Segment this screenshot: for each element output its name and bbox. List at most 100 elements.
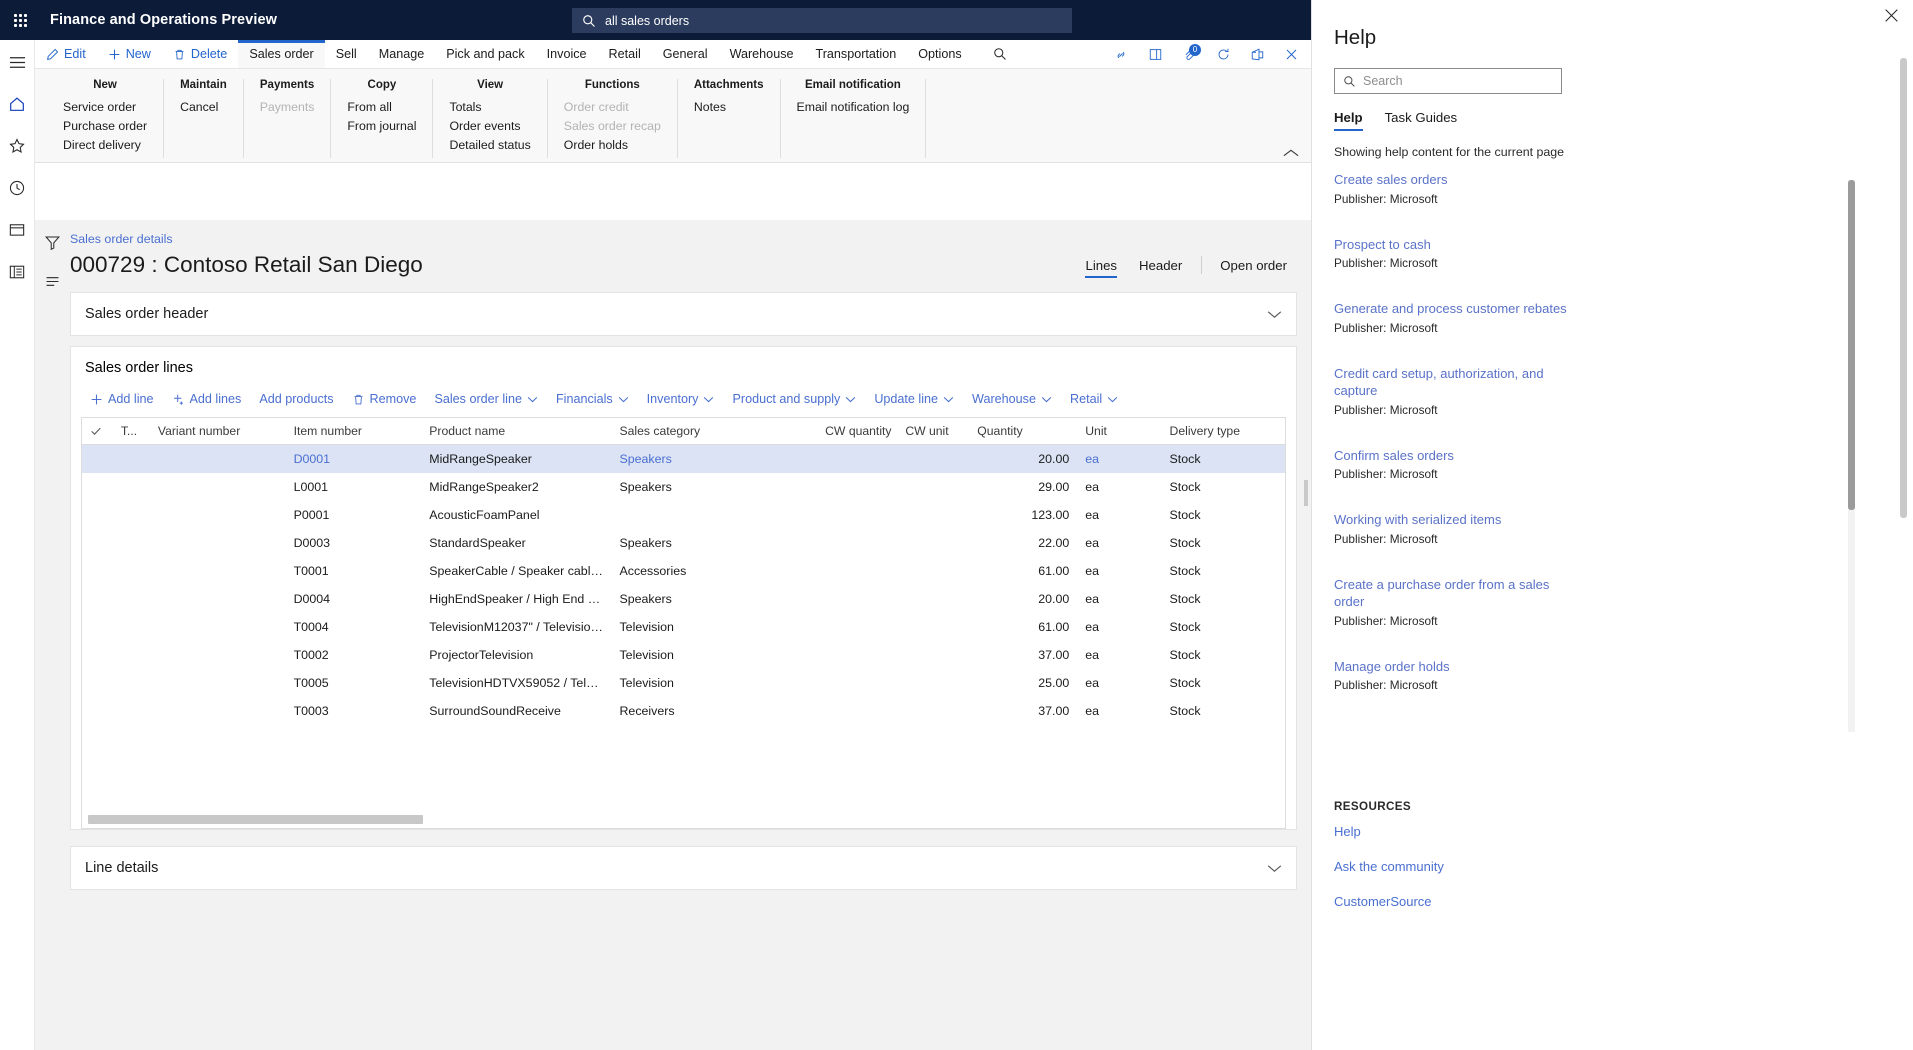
tab-general[interactable]: General bbox=[652, 40, 719, 68]
tab-invoice[interactable]: Invoice bbox=[536, 40, 598, 68]
list-item[interactable]: Credit card setup, authorization, and ca… bbox=[1334, 365, 1582, 417]
cell-check[interactable] bbox=[82, 501, 113, 529]
help-list-scrollbar[interactable] bbox=[1848, 180, 1855, 732]
ribbon-item-totals[interactable]: Totals bbox=[449, 100, 530, 114]
help-search-input[interactable] bbox=[1363, 74, 1543, 88]
cell-type[interactable] bbox=[113, 557, 150, 585]
cell-cwunit[interactable] bbox=[897, 473, 969, 501]
column-header-quantity[interactable]: Quantity bbox=[969, 418, 1078, 445]
cell-delivery[interactable]: Stock bbox=[1162, 641, 1285, 669]
cell-quantity[interactable]: 22.00 bbox=[969, 529, 1077, 557]
edit-button[interactable]: Edit bbox=[35, 40, 97, 68]
cell-variant[interactable] bbox=[150, 557, 286, 585]
sales-order-line-menu[interactable]: Sales order line bbox=[425, 389, 547, 409]
breadcrumb[interactable]: Sales order details bbox=[70, 232, 1297, 246]
table-row[interactable]: D0004 HighEndSpeaker / High End Spe... Spe… bbox=[82, 585, 1285, 613]
cell-unit[interactable]: ea bbox=[1077, 473, 1161, 501]
fasttab-line-details-row[interactable]: Line details bbox=[71, 847, 1296, 889]
cell-item[interactable]: D0004 bbox=[286, 585, 422, 613]
table-row[interactable]: T0002 ProjectorTelevision Television 37.00 e… bbox=[82, 641, 1285, 669]
star-icon[interactable] bbox=[5, 134, 29, 158]
cell-check[interactable] bbox=[82, 697, 113, 725]
table-row[interactable]: L0001 MidRangeSpeaker2 Speakers 29.00 ea Stoc… bbox=[82, 473, 1285, 501]
ribbon-item-notes[interactable]: Notes bbox=[694, 100, 764, 114]
help-article-link[interactable]: Prospect to cash bbox=[1334, 236, 1582, 254]
cell-cwunit[interactable] bbox=[897, 641, 969, 669]
cell-category[interactable]: Speakers bbox=[611, 444, 818, 473]
tab-sales-order[interactable]: Sales order bbox=[238, 40, 326, 68]
cell-type[interactable] bbox=[113, 613, 150, 641]
cell-cwqty[interactable] bbox=[817, 501, 897, 529]
cell-unit[interactable]: ea bbox=[1077, 585, 1161, 613]
help-pane-scrollbar[interactable] bbox=[1900, 58, 1907, 998]
cell-item[interactable]: T0004 bbox=[286, 613, 422, 641]
add-lines-button[interactable]: Add lines bbox=[163, 389, 251, 409]
new-button[interactable]: New bbox=[97, 40, 162, 68]
cell-cwqty[interactable] bbox=[817, 529, 897, 557]
cell-quantity[interactable]: 25.00 bbox=[969, 669, 1077, 697]
cell-category[interactable]: Accessories bbox=[611, 557, 817, 585]
cell-variant[interactable] bbox=[150, 697, 286, 725]
list-item[interactable]: Manage order holds Publisher: Microsoft bbox=[1334, 658, 1582, 693]
collapse-ribbon-button[interactable] bbox=[1283, 148, 1299, 158]
cell-unit[interactable]: ea bbox=[1077, 557, 1161, 585]
table-row[interactable]: T0003 SurroundSoundReceive Receivers 37.00 e… bbox=[82, 697, 1285, 725]
cell-item[interactable]: D0003 bbox=[286, 529, 422, 557]
cell-item[interactable]: P0001 bbox=[286, 501, 422, 529]
tab-sell[interactable]: Sell bbox=[325, 40, 368, 68]
cell-delivery[interactable]: Stock bbox=[1162, 697, 1285, 725]
resource-link-customersource[interactable]: CustomerSource bbox=[1334, 894, 1444, 909]
scrollbar-thumb[interactable] bbox=[88, 815, 423, 824]
cell-variant[interactable] bbox=[150, 669, 286, 697]
fasttab-sales-order-header[interactable]: Sales order header bbox=[70, 292, 1297, 336]
help-article-link[interactable]: Credit card setup, authorization, and ca… bbox=[1334, 365, 1582, 400]
ribbon-item-detailed-status[interactable]: Detailed status bbox=[449, 138, 530, 152]
ribbon-item-order-holds[interactable]: Order holds bbox=[564, 138, 661, 152]
clock-icon[interactable] bbox=[5, 176, 29, 200]
warehouse-menu[interactable]: Warehouse bbox=[963, 389, 1061, 409]
column-header-delivery-type[interactable]: Delivery type bbox=[1161, 418, 1285, 445]
cell-quantity[interactable]: 61.00 bbox=[969, 613, 1077, 641]
ribbon-item-from-journal[interactable]: From journal bbox=[347, 119, 416, 133]
cell-item[interactable]: L0001 bbox=[286, 473, 422, 501]
cell-type[interactable] bbox=[113, 641, 150, 669]
cell-product[interactable]: HighEndSpeaker / High End Spe... bbox=[421, 585, 611, 613]
cell-product[interactable]: SpeakerCable / Speaker cable 10 bbox=[421, 557, 611, 585]
cell-category[interactable] bbox=[611, 501, 817, 529]
cell-item[interactable]: T0002 bbox=[286, 641, 422, 669]
cell-delivery[interactable]: Stock bbox=[1162, 529, 1285, 557]
cell-check[interactable] bbox=[82, 641, 113, 669]
cell-cwqty[interactable] bbox=[817, 641, 897, 669]
filter-icon[interactable] bbox=[44, 234, 61, 251]
cell-cwqty[interactable] bbox=[817, 473, 897, 501]
list-item[interactable]: Working with serialized items Publisher: … bbox=[1334, 511, 1582, 546]
action-pane-search-button[interactable] bbox=[973, 40, 1007, 68]
cell-cwqty[interactable] bbox=[817, 444, 898, 473]
cell-check[interactable] bbox=[82, 473, 113, 501]
select-all-header[interactable] bbox=[82, 418, 113, 445]
cell-variant[interactable] bbox=[150, 501, 286, 529]
tab-options[interactable]: Options bbox=[907, 40, 972, 68]
ribbon-item-email-notification-log[interactable]: Email notification log bbox=[797, 100, 910, 114]
cell-cwunit[interactable] bbox=[897, 613, 969, 641]
global-search[interactable] bbox=[572, 8, 1072, 33]
panel-icon[interactable] bbox=[1143, 43, 1167, 67]
chevron-down-icon[interactable] bbox=[1267, 310, 1282, 319]
home-icon[interactable] bbox=[5, 92, 29, 116]
column-header-cw-quantity[interactable]: CW quantity bbox=[817, 418, 898, 445]
list-item[interactable]: Generate and process customer rebates Pub… bbox=[1334, 300, 1582, 335]
hamburger-menu-icon[interactable] bbox=[5, 50, 29, 74]
cell-cwunit[interactable] bbox=[897, 585, 969, 613]
help-article-link[interactable]: Generate and process customer rebates bbox=[1334, 300, 1582, 318]
cell-type[interactable] bbox=[112, 444, 150, 473]
cell-check[interactable] bbox=[82, 529, 113, 557]
resource-link-ask-the-community[interactable]: Ask the community bbox=[1334, 859, 1444, 874]
cell-unit[interactable]: ea bbox=[1077, 641, 1161, 669]
list-item[interactable]: Prospect to cash Publisher: Microsoft bbox=[1334, 236, 1582, 271]
cell-check[interactable] bbox=[82, 669, 113, 697]
cell-category[interactable]: Speakers bbox=[611, 529, 817, 557]
help-article-list[interactable]: Create sales orders Publisher: Microsoft P… bbox=[1334, 171, 1596, 733]
tab-manage[interactable]: Manage bbox=[368, 40, 436, 68]
cell-unit[interactable]: ea bbox=[1077, 444, 1162, 473]
cell-check[interactable] bbox=[82, 585, 113, 613]
